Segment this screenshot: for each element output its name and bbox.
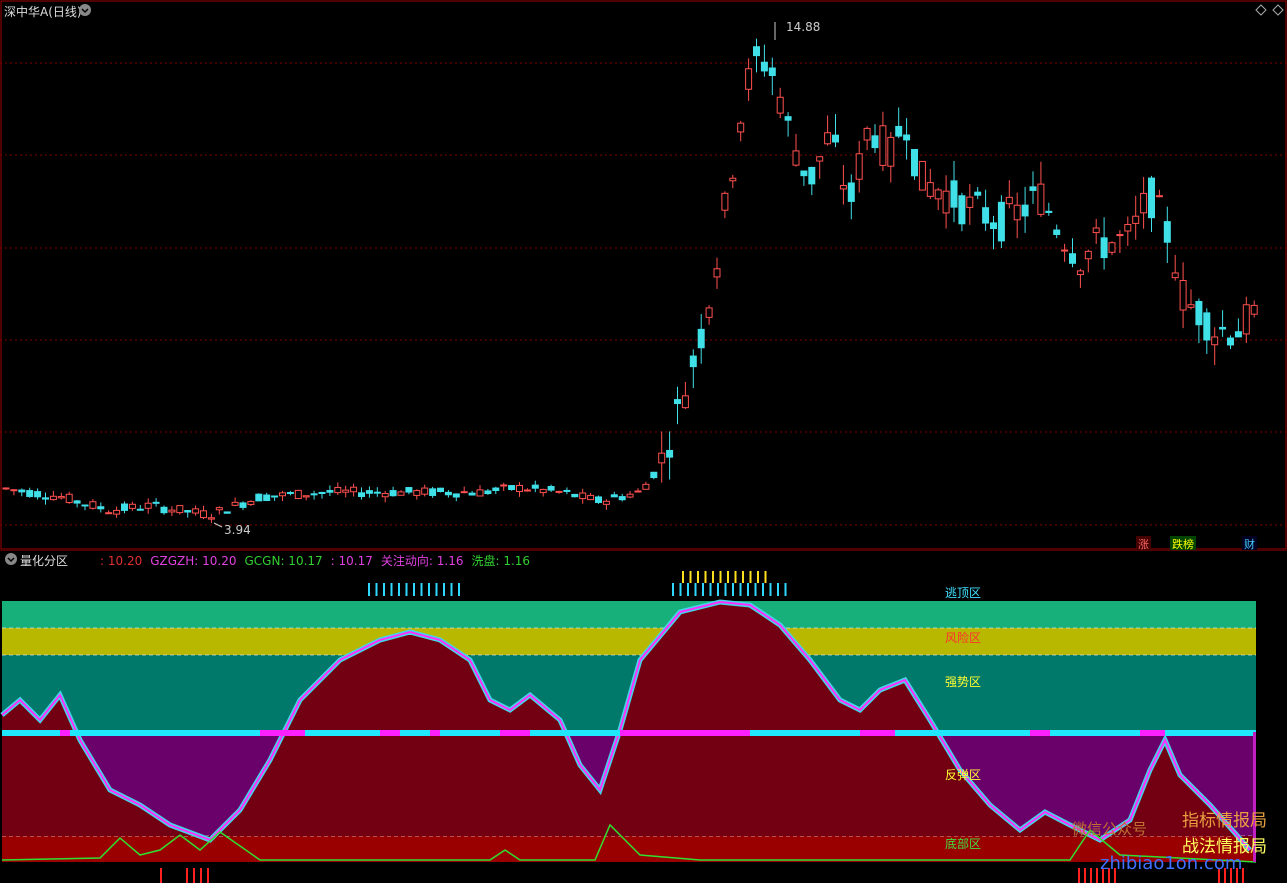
signal-bar xyxy=(702,583,704,596)
signal-bar xyxy=(390,583,393,596)
signal-bar xyxy=(694,583,697,596)
indicator-title: 量化分区 xyxy=(20,554,69,568)
zone-label-4: 底部区 xyxy=(945,837,982,851)
diamond-icon[interactable] xyxy=(1255,4,1267,19)
signal-bar-yellow xyxy=(757,571,759,583)
low-label: 3.94 xyxy=(224,523,251,537)
price-bg xyxy=(0,0,1287,550)
candle xyxy=(255,493,263,502)
signal-bar xyxy=(420,583,423,596)
watermark-4: zhibiao1on.com xyxy=(1100,853,1243,874)
signal-bar-yellow xyxy=(742,571,744,583)
zone-label-0: 逃顶区 xyxy=(945,586,982,600)
bottom-signal-0 xyxy=(160,868,162,883)
signal-bar xyxy=(428,583,430,596)
midline-segment-4 xyxy=(500,730,530,736)
zone-label-2: 强势区 xyxy=(945,675,982,689)
signal-bar-yellow xyxy=(712,571,714,583)
signal-bar-yellow xyxy=(689,571,692,583)
signal-bar xyxy=(754,583,757,596)
signal-bar-yellow xyxy=(727,571,729,583)
candle xyxy=(508,485,516,491)
midline-segment-7 xyxy=(1030,730,1050,736)
signal-bar xyxy=(413,583,415,596)
signal-bar-yellow xyxy=(704,571,707,583)
signal-bar xyxy=(777,583,779,596)
bottom-signal-1 xyxy=(186,868,188,883)
signal-bar xyxy=(724,583,727,596)
indicator-panel: 量化分区 : 10.20 GZGZH: 10.20 GCGN: 10.17: 10.… xyxy=(0,550,1287,883)
signal-bar xyxy=(458,583,460,596)
watermark-1: 微信公众号 xyxy=(1072,820,1148,838)
signal-bar xyxy=(687,583,689,596)
chart-title: 深中华A(日线) xyxy=(4,5,82,19)
signal-bar xyxy=(739,583,742,596)
candle xyxy=(223,511,231,514)
signal-bar xyxy=(784,583,787,596)
signal-bar xyxy=(435,583,438,596)
signal-bar xyxy=(405,583,408,596)
signal-bar xyxy=(398,583,400,596)
signal-bar xyxy=(679,583,682,596)
zone-band-4 xyxy=(2,836,1256,862)
zone-label-1: 风险区 xyxy=(945,631,982,645)
high-label: 14.88 xyxy=(786,20,821,34)
signal-bar xyxy=(375,583,378,596)
midline-segment-2 xyxy=(380,730,400,736)
candle xyxy=(911,149,918,180)
bottom-signal xyxy=(1084,868,1086,883)
diamond-icon[interactable] xyxy=(1272,4,1284,19)
zone-band-0 xyxy=(2,601,1256,628)
bottom-signal xyxy=(1078,868,1080,883)
midline-segment-8 xyxy=(1140,730,1165,736)
bottom-signal-3 xyxy=(200,868,202,883)
signal-bar-yellow xyxy=(697,571,699,583)
indicator-values: : 10.20 GZGZH: 10.20 GCGN: 10.17 : 10.17 关注动… xyxy=(100,552,538,569)
zone-label-3: 反弹区 xyxy=(945,768,982,782)
bottom-signal xyxy=(1096,868,1098,883)
signal-bar xyxy=(747,583,749,596)
watermark-2: 指标情报局 xyxy=(1182,811,1267,831)
bottom-signal-4 xyxy=(207,868,209,883)
signal-bar-yellow xyxy=(719,571,722,583)
signal-bar-yellow xyxy=(682,571,684,583)
candle xyxy=(997,195,1005,248)
candle xyxy=(437,487,444,493)
signal-bar xyxy=(717,583,719,596)
signal-bar-yellow xyxy=(734,571,737,583)
indicator-value-1: GZGZH: 10.20 xyxy=(150,554,237,568)
signal-bar xyxy=(769,583,772,596)
candle xyxy=(294,489,302,500)
signal-bar xyxy=(732,583,734,596)
indicator-value-4: 关注动向: 1.16 xyxy=(380,554,464,568)
signal-bar-yellow xyxy=(764,571,767,583)
signal-bar xyxy=(450,583,453,596)
chevron-down-icon[interactable] xyxy=(4,552,18,569)
midline-segment-6 xyxy=(860,730,895,736)
indicator-value-0: : 10.20 xyxy=(100,554,143,568)
candle xyxy=(595,495,602,504)
candle xyxy=(918,160,926,191)
midline-segment-5 xyxy=(620,730,750,736)
indicator-value-2: GCGN: 10.17 xyxy=(244,554,323,568)
zone-band-1 xyxy=(2,628,1256,655)
chevron-down-icon[interactable] xyxy=(78,3,92,20)
candle xyxy=(571,493,579,498)
signal-bar xyxy=(383,583,385,596)
price-panel: 深中华A(日线) 14.88 3.94 涨 跌榜 财 xyxy=(0,0,1287,552)
indicator-value-5: 洗盘: 1.16 xyxy=(471,554,531,568)
midline-segment-3 xyxy=(430,730,440,736)
indicator-value-3: : 10.17 xyxy=(330,554,373,568)
signal-bar xyxy=(709,583,712,596)
signal-bar xyxy=(672,583,674,596)
signal-bar-yellow xyxy=(749,571,752,583)
signal-bar xyxy=(762,583,764,596)
bottom-signal-2 xyxy=(193,868,195,883)
signal-bar xyxy=(368,583,370,596)
candlestick-chart xyxy=(0,0,1287,550)
signal-bar xyxy=(443,583,445,596)
midline-segment-1 xyxy=(260,730,305,736)
midline-segment-0 xyxy=(60,730,70,736)
bottom-signal xyxy=(1090,868,1092,883)
